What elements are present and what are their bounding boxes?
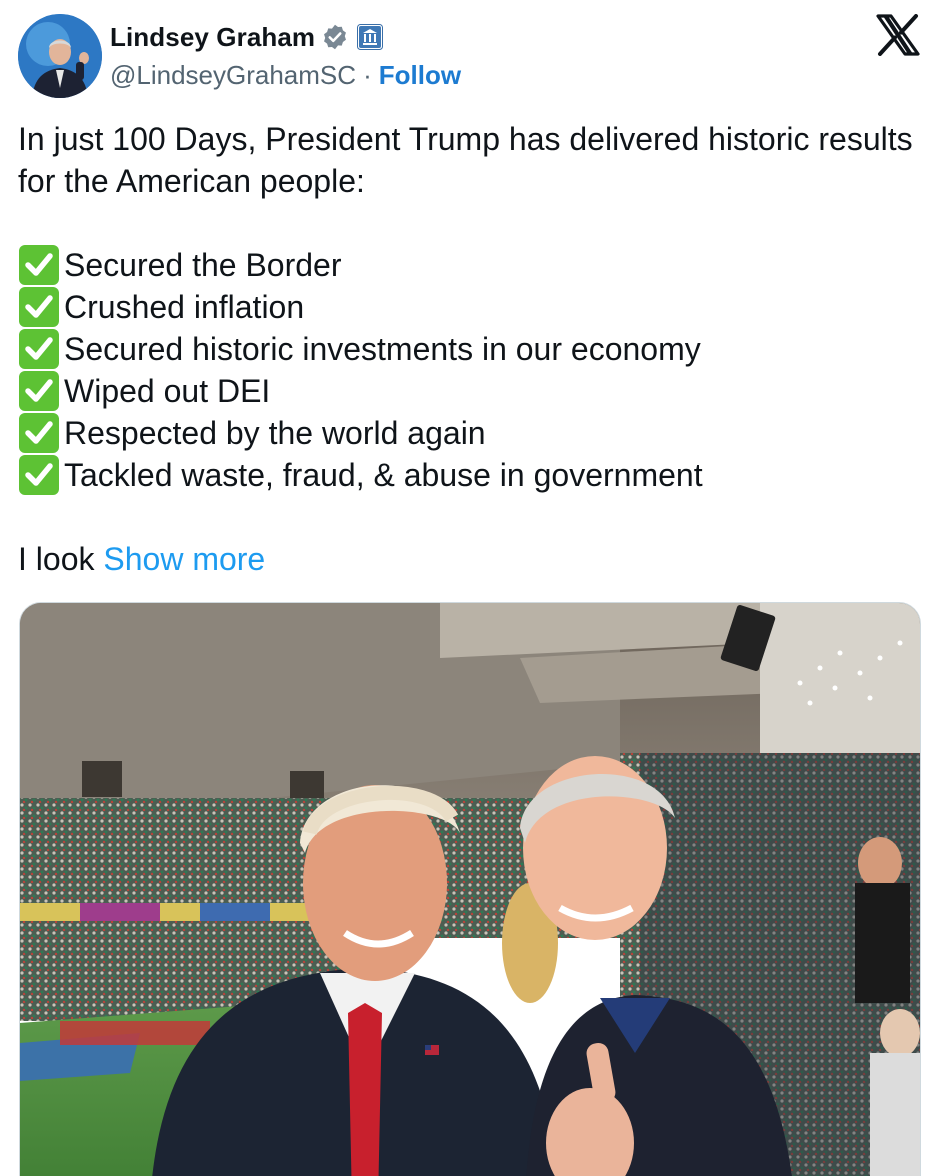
checklist-item-text: Tackled waste, fraud, & abuse in governm… bbox=[64, 457, 703, 493]
tweet-text: In just 100 Days, President Trump has de… bbox=[18, 118, 918, 580]
checklist-item-text: Secured the Border bbox=[64, 247, 342, 283]
tweet-truncated-text: I look bbox=[18, 541, 95, 577]
white-check-mark-icon bbox=[18, 287, 60, 327]
checklist-item: Secured the Border bbox=[18, 244, 918, 286]
checklist-item: Wiped out DEI bbox=[18, 370, 918, 412]
white-check-mark-icon bbox=[18, 371, 60, 411]
author-avatar[interactable] bbox=[18, 14, 102, 98]
author-handle[interactable]: @LindseyGrahamSC bbox=[110, 60, 356, 91]
x-logo-icon[interactable] bbox=[876, 14, 920, 56]
white-check-mark-icon bbox=[18, 455, 60, 495]
author-display-name[interactable]: Lindsey Graham bbox=[110, 22, 315, 53]
checklist-item: Respected by the world again bbox=[18, 412, 918, 454]
checklist-item-text: Wiped out DEI bbox=[64, 373, 271, 409]
white-check-mark-icon bbox=[18, 245, 60, 285]
checklist-item: Crushed inflation bbox=[18, 286, 918, 328]
checklist-item: Secured historic investments in our econ… bbox=[18, 328, 918, 370]
white-check-mark-icon bbox=[18, 413, 60, 453]
follow-button[interactable]: Follow bbox=[379, 60, 461, 91]
tweet-truncated-line: I look Show more bbox=[18, 538, 918, 580]
checklist-item: Tackled waste, fraud, & abuse in governm… bbox=[18, 454, 918, 496]
government-building-icon bbox=[357, 24, 384, 50]
checklist-item-text: Crushed inflation bbox=[64, 289, 305, 325]
author-name-row: Lindsey Graham bbox=[110, 20, 384, 54]
tweet-photo[interactable] bbox=[19, 602, 921, 1176]
show-more-link[interactable]: Show more bbox=[103, 541, 265, 577]
tweet-embed: Lindsey Graham @LindseyGrahamSC · Follow bbox=[0, 0, 936, 1176]
checklist-item-text: Respected by the world again bbox=[64, 415, 486, 451]
tweet-checklist: Secured the Border Crushed inflation Secur… bbox=[18, 244, 918, 496]
tweet-intro: In just 100 Days, President Trump has de… bbox=[18, 121, 913, 199]
author-handle-row: @LindseyGrahamSC · Follow bbox=[110, 58, 461, 92]
separator-dot: · bbox=[363, 59, 372, 90]
verified-badge-icon bbox=[321, 23, 349, 51]
white-check-mark-icon bbox=[18, 329, 60, 369]
checklist-item-text: Secured historic investments in our econ… bbox=[64, 331, 701, 367]
